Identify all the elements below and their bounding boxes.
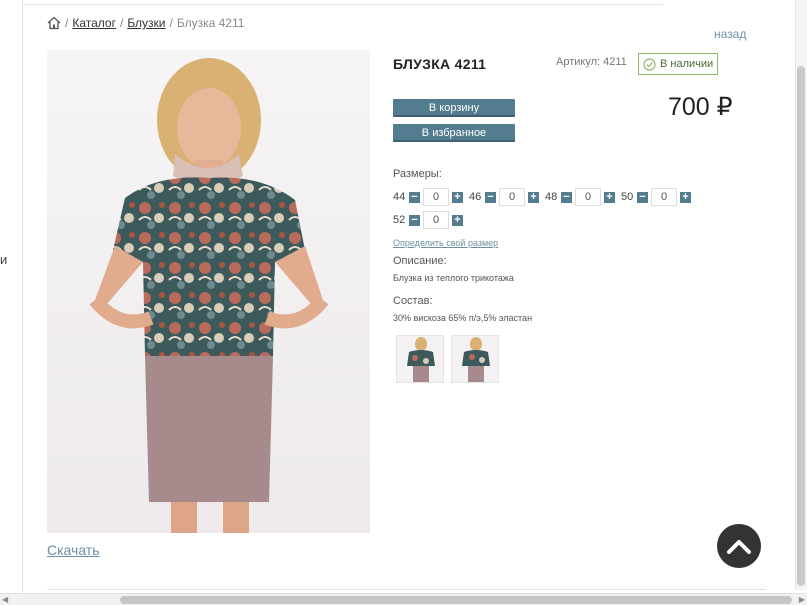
download-link[interactable]: Скачать [47, 542, 100, 558]
quantity-input[interactable]: 0 [423, 188, 449, 206]
size-46: 46 − 0 + [469, 188, 539, 206]
breadcrumb-category-link[interactable]: Блузки [127, 16, 165, 30]
composition-label: Состав: [393, 295, 433, 307]
bottom-divider [47, 589, 766, 590]
product-photo[interactable] [47, 50, 370, 533]
description-label: Описание: [393, 255, 447, 267]
stock-badge: В наличии [638, 53, 718, 75]
plus-button[interactable]: + [528, 191, 539, 203]
add-to-cart-button[interactable]: В корзину [393, 99, 515, 117]
add-to-favorites-button[interactable]: В избранное [393, 124, 515, 142]
breadcrumb: / Каталог / Блузки / Блузка 4211 [47, 16, 244, 30]
stock-label: В наличии [660, 58, 714, 70]
breadcrumb-separator: / [119, 16, 124, 30]
quantity-input[interactable]: 0 [499, 188, 525, 206]
breadcrumb-current: Блузка 4211 [176, 16, 245, 30]
back-link[interactable]: назад [714, 27, 746, 41]
plus-button[interactable]: + [452, 191, 463, 203]
horizontal-scrollbar[interactable]: ◀ ▶ [0, 593, 807, 605]
size-value: 48 [545, 191, 558, 203]
vertical-scrollbar[interactable] [795, 0, 807, 590]
chevron-up-icon [727, 540, 751, 554]
home-icon[interactable] [47, 16, 61, 30]
product-sku: Артикул: 4211 [556, 56, 627, 68]
size-44: 44 − 0 + [393, 188, 463, 206]
quantity-input[interactable]: 0 [651, 188, 677, 206]
plus-button[interactable]: + [452, 214, 463, 226]
check-circle-icon [643, 57, 656, 71]
scroll-left-arrow-icon[interactable]: ◀ [2, 595, 8, 604]
horizontal-scrollbar-thumb[interactable] [120, 596, 792, 604]
vertical-scrollbar-thumb[interactable] [797, 66, 805, 586]
size-48: 48 − 0 + [545, 188, 615, 206]
minus-button[interactable]: − [561, 191, 572, 203]
size-value: 50 [621, 191, 634, 203]
breadcrumb-catalog-link[interactable]: Каталог [72, 16, 116, 30]
size-row: 44 − 0 + 46 − 0 + 48 − 0 + 50 − 0 + [393, 188, 697, 206]
breadcrumb-separator: / [65, 16, 69, 30]
scroll-to-top-button[interactable] [717, 524, 761, 568]
quantity-input[interactable]: 0 [423, 211, 449, 229]
product-title: БЛУЗКА 4211 [393, 56, 487, 72]
minus-button[interactable]: − [637, 191, 648, 203]
top-divider [23, 4, 663, 5]
sizes-label: Размеры: [393, 168, 442, 180]
plus-button[interactable]: + [680, 191, 691, 203]
size-52: 52 − 0 + [393, 211, 463, 229]
plus-button[interactable]: + [604, 191, 615, 203]
quantity-input[interactable]: 0 [575, 188, 601, 206]
size-50: 50 − 0 + [621, 188, 691, 206]
minus-button[interactable]: − [485, 191, 496, 203]
product-thumbnail[interactable] [396, 335, 444, 383]
breadcrumb-separator: / [169, 16, 173, 30]
size-row: 52 − 0 + [393, 211, 469, 229]
product-price: 700 ₽ [668, 93, 733, 121]
size-value: 52 [393, 214, 406, 226]
minus-button[interactable]: − [409, 191, 420, 203]
product-thumbnail[interactable] [451, 335, 499, 383]
left-divider [22, 0, 23, 598]
left-truncated-text: и [0, 252, 8, 267]
scroll-right-arrow-icon[interactable]: ▶ [799, 595, 805, 604]
composition-text: 30% вискоза 65% п/э,5% эластан [393, 313, 533, 323]
size-guide-link[interactable]: Определить свой размер [393, 238, 498, 248]
size-value: 46 [469, 191, 482, 203]
size-value: 44 [393, 191, 406, 203]
minus-button[interactable]: − [409, 214, 420, 226]
description-text: Блузка из теплого трикотажа [393, 273, 514, 283]
